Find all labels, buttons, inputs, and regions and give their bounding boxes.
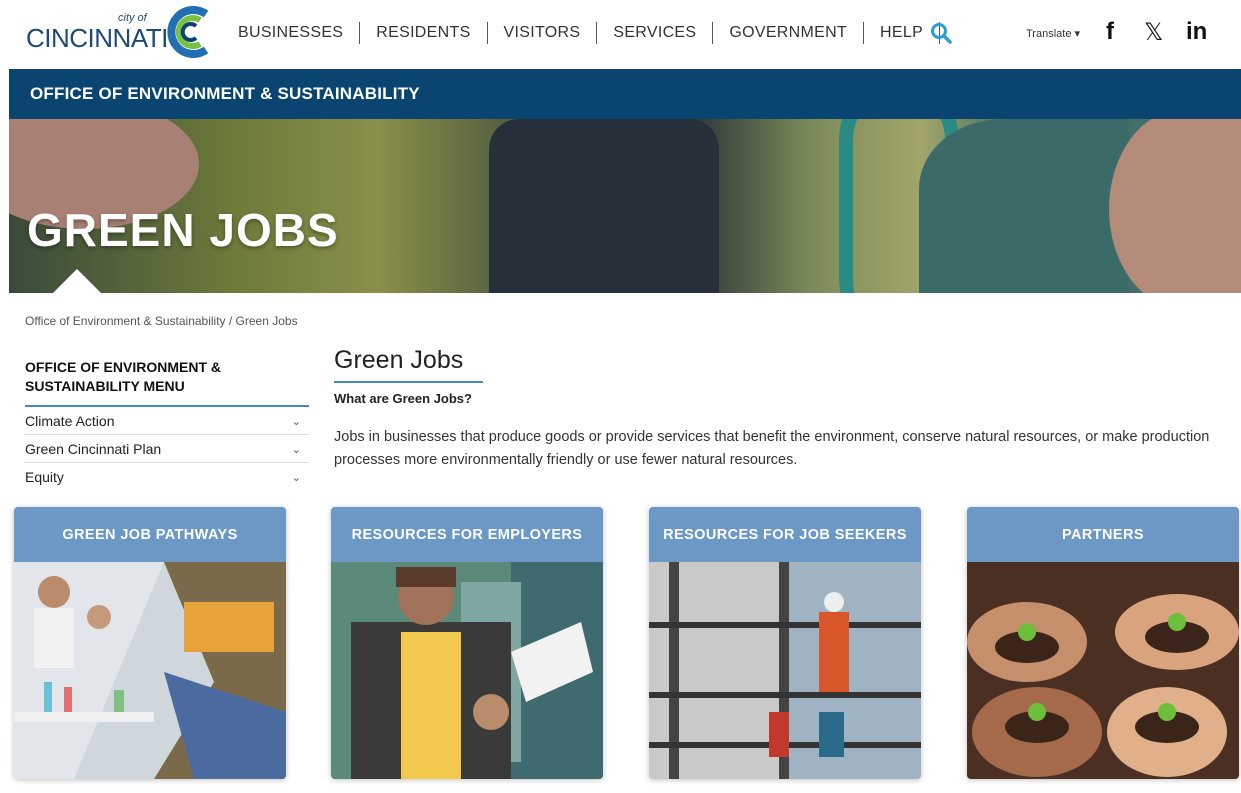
logo-swoosh-icon — [167, 6, 209, 58]
nav-divider — [359, 22, 361, 44]
hero-image-shape — [919, 119, 1129, 293]
card-partners[interactable]: PARTNERS — [967, 507, 1239, 779]
nav-visitors[interactable]: VISITORS — [504, 24, 581, 42]
chevron-down-icon[interactable]: ⌄ — [292, 443, 301, 456]
side-menu-item-climate-action[interactable]: Climate Action ⌄ — [25, 407, 309, 435]
side-menu-heading: OFFICE OF ENVIRONMENT & SUSTAINABILITY M… — [25, 358, 309, 407]
side-menu-item-label: Equity — [25, 469, 64, 485]
side-menu-item-green-cincinnati-plan[interactable]: Green Cincinnati Plan ⌄ — [25, 435, 309, 463]
x-twitter-icon[interactable]: 𝕏 — [1144, 18, 1163, 47]
side-menu-item-label: Green Cincinnati Plan — [25, 441, 162, 457]
nav-residents[interactable]: RESIDENTS — [376, 24, 470, 42]
card-resources-for-job-seekers[interactable]: RESOURCES FOR JOB SEEKERS — [649, 507, 921, 779]
hero-banner: GREEN JOBS — [9, 119, 1241, 293]
breadcrumb[interactable]: Office of Environment & Sustainability /… — [25, 314, 298, 328]
nav-divider — [486, 22, 488, 44]
nav-divider — [712, 22, 714, 44]
card-image — [649, 562, 921, 779]
card-green-job-pathways[interactable]: GREEN JOB PATHWAYS — [14, 507, 286, 779]
hero-image-shape — [489, 119, 719, 293]
logo-name-text: CINCINNATI — [26, 23, 168, 53]
main-content: Green Jobs What are Green Jobs? Jobs in … — [334, 346, 1224, 472]
card-image — [967, 562, 1239, 779]
card-image — [14, 562, 286, 779]
nav-services[interactable]: SERVICES — [613, 24, 696, 42]
department-bar: OFFICE OF ENVIRONMENT & SUSTAINABILITY — [9, 69, 1241, 119]
facebook-icon[interactable]: f — [1106, 18, 1114, 46]
nav-government[interactable]: GOVERNMENT — [729, 24, 847, 42]
city-logo[interactable]: city of CINCINNATI — [26, 6, 216, 60]
nav-divider — [596, 22, 598, 44]
card-resources-for-employers[interactable]: RESOURCES FOR EMPLOYERS — [331, 507, 603, 779]
linkedin-icon[interactable]: in — [1186, 18, 1207, 46]
hero-notch — [53, 269, 101, 293]
card-label: RESOURCES FOR JOB SEEKERS — [649, 507, 921, 562]
main-nav: BUSINESSES RESIDENTS VISITORS SERVICES G… — [238, 22, 956, 44]
hero-image-shape — [1109, 119, 1241, 293]
side-menu-item-equity[interactable]: Equity ⌄ — [25, 463, 309, 491]
hero-title: GREEN JOBS — [27, 204, 339, 256]
nav-businesses[interactable]: BUSINESSES — [238, 24, 343, 42]
card-image — [331, 562, 603, 779]
chevron-down-icon[interactable]: ⌄ — [292, 471, 301, 484]
translate-dropdown[interactable]: Translate ▾ — [1026, 27, 1080, 40]
chevron-down-icon[interactable]: ⌄ — [292, 415, 301, 428]
site-header: city of CINCINNATI BUSINESSES RESIDENTS … — [0, 0, 1241, 68]
department-title[interactable]: OFFICE OF ENVIRONMENT & SUSTAINABILITY — [30, 84, 420, 104]
page-body-text: Jobs in businesses that produce goods or… — [334, 429, 1210, 468]
side-menu-item-label: Climate Action — [25, 413, 115, 429]
nav-help[interactable]: HELP — [880, 24, 923, 42]
card-label: GREEN JOB PATHWAYS — [14, 507, 286, 562]
side-menu: OFFICE OF ENVIRONMENT & SUSTAINABILITY M… — [25, 358, 309, 491]
page-subtitle: What are Green Jobs? — [334, 391, 472, 406]
page-title: Green Jobs — [334, 346, 483, 383]
card-label: RESOURCES FOR EMPLOYERS — [331, 507, 603, 562]
card-label: PARTNERS — [967, 507, 1239, 562]
search-icon[interactable] — [930, 22, 952, 44]
nav-divider — [863, 22, 865, 44]
